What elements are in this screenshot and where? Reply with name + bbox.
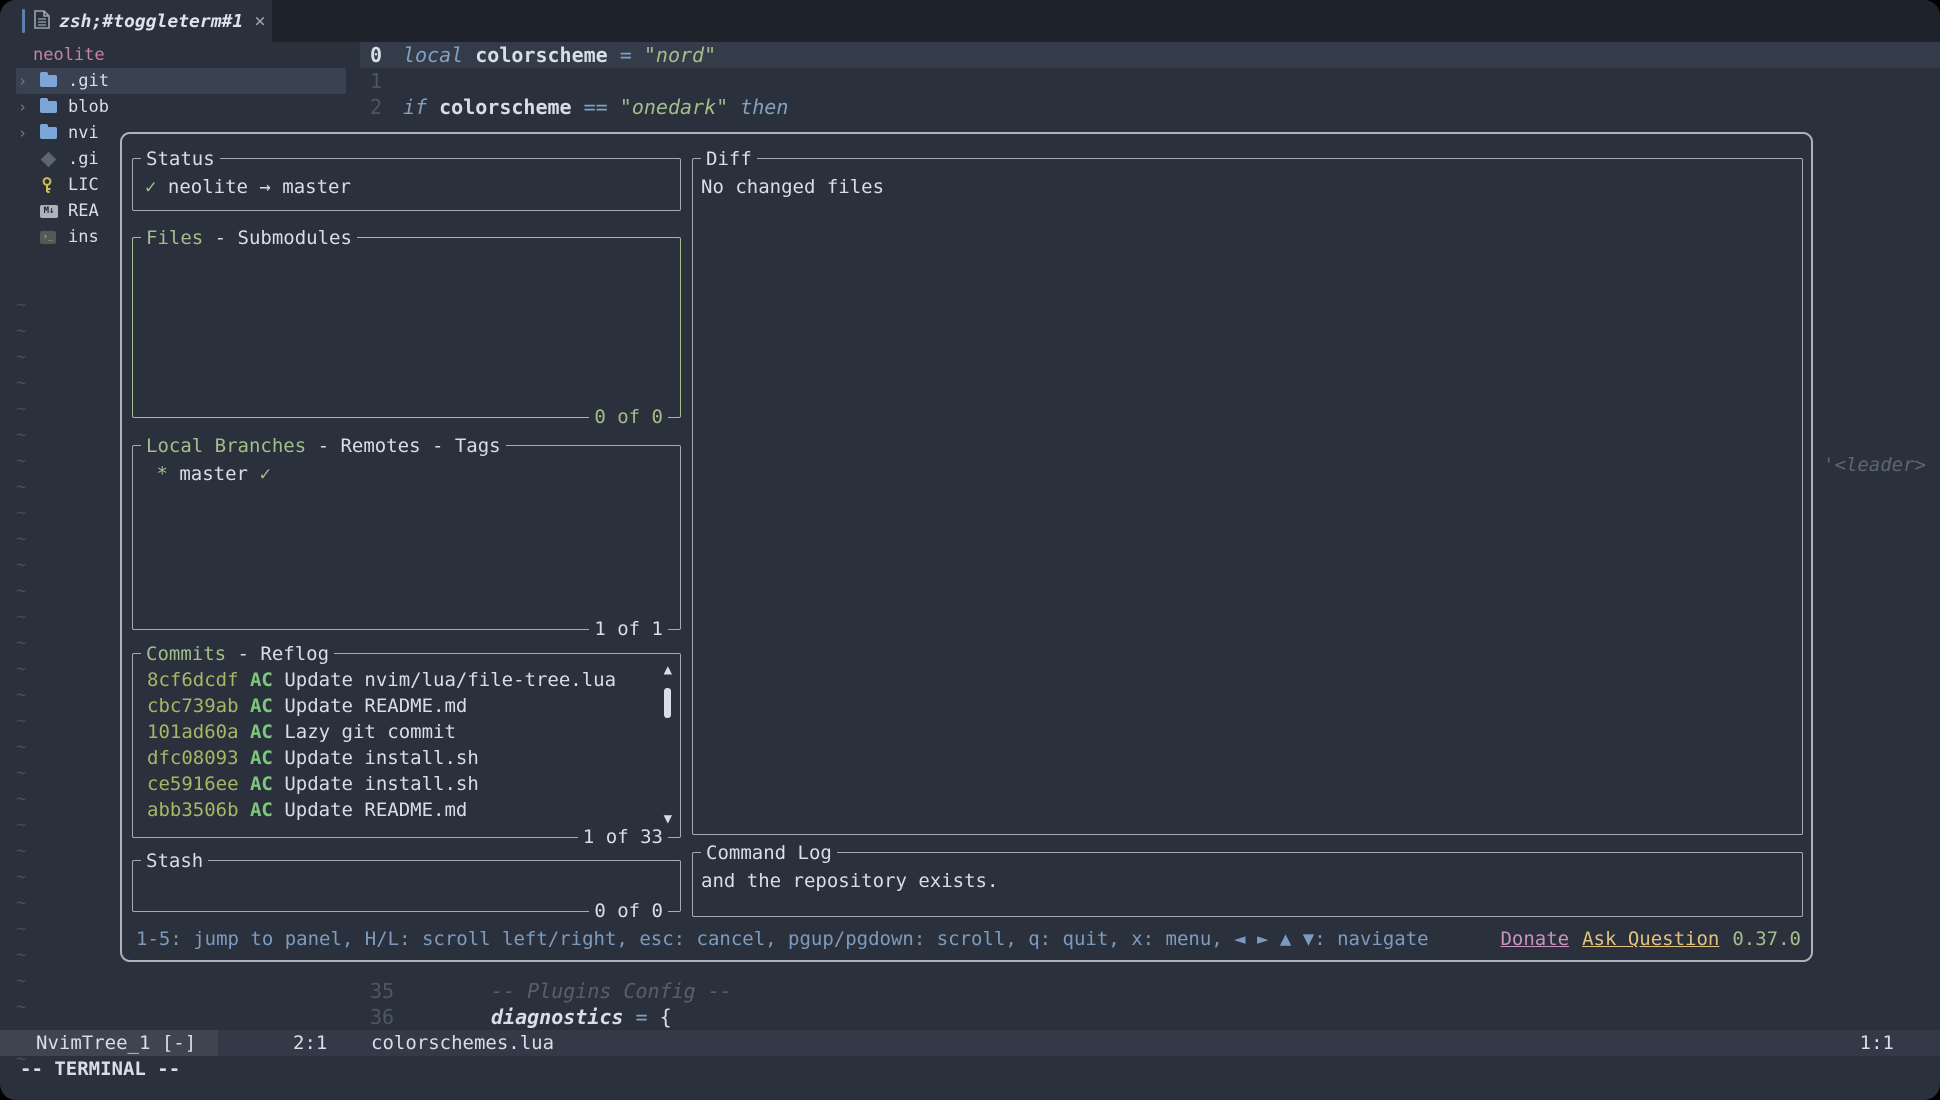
git-icon	[41, 151, 57, 167]
diff-panel-title: Diff	[701, 146, 757, 172]
editor-buffer-top: 0 local colorscheme = "nord" 1 2 if colo…	[360, 42, 1940, 120]
code-line-36: 36 diagnostics = {	[360, 1004, 1940, 1030]
diff-panel[interactable]: Diff No changed files	[692, 158, 1803, 835]
commit-row[interactable]: cbc739ab AC Update README.md	[147, 693, 650, 719]
files-panel[interactable]: Files - Submodules 0 of 0	[132, 237, 681, 418]
folder-icon	[40, 127, 57, 139]
folder-icon	[40, 101, 57, 113]
status-repo-branch: neolite → master	[168, 176, 351, 198]
editor-buffer-bottom: 35 -- Plugins Config -- 36 diagnostics =…	[360, 978, 1940, 1030]
commit-row[interactable]: 8cf6dcdf AC Update nvim/lua/file-tree.lu…	[147, 667, 650, 693]
tree-item-label: LIC	[68, 175, 99, 195]
files-tab-rest: - Submodules	[203, 227, 352, 249]
commits-panel[interactable]: Commits - Reflog 8cf6dcdf AC Update nvim…	[132, 653, 681, 838]
tree-item-blob-folder[interactable]: › blob	[16, 94, 346, 120]
commit-row[interactable]: dfc08093 AC Update install.sh	[147, 745, 650, 771]
tree-item-label: .git	[68, 71, 109, 91]
tabline: zsh;#toggleterm#1 ×	[0, 0, 1940, 42]
code-line-35: 35 -- Plugins Config --	[360, 978, 1940, 1004]
branches-panel[interactable]: Local Branches - Remotes - Tags * master…	[132, 445, 681, 630]
commits-tab-rest: - Reflog	[226, 643, 329, 665]
ask-question-link[interactable]: Ask Question	[1582, 926, 1719, 952]
folder-icon	[40, 75, 57, 87]
code-line-0: 0 local colorscheme = "nord"	[360, 42, 1940, 68]
chevron-right-icon[interactable]: ›	[16, 124, 40, 142]
tree-item-git-folder[interactable]: › .git	[16, 68, 346, 94]
file-icon	[34, 10, 50, 33]
scroll-up-icon[interactable]: ▲	[664, 662, 672, 678]
tab-close-icon[interactable]: ×	[254, 10, 265, 32]
line-number: 1	[360, 68, 394, 94]
status-panel[interactable]: Status ✓ neolite → master	[132, 158, 681, 211]
stash-panel[interactable]: Stash 0 of 0	[132, 860, 681, 912]
command-log-panel[interactable]: Command Log and the repository exists.	[692, 852, 1803, 917]
lazygit-version: 0.37.0	[1732, 926, 1801, 952]
nvim-window: zsh;#toggleterm#1 × neolite › .git › blo…	[0, 0, 1940, 1100]
commits-tab-active: Commits	[146, 643, 226, 665]
tree-item-label: blob	[68, 97, 109, 117]
tree-root[interactable]: neolite	[16, 42, 346, 68]
branches-count: 1 of 1	[589, 616, 668, 642]
tree-item-label: .gi	[68, 149, 99, 169]
command-log-content: and the repository exists.	[693, 853, 1802, 894]
scrollbar-thumb[interactable]	[664, 688, 671, 718]
branches-tab-active: Local Branches	[146, 435, 306, 457]
code-line-1: 1	[360, 68, 1940, 94]
statusline: NvimTree_1 [-] 2:1 colorschemes.lua 1:1	[0, 1030, 1940, 1056]
chevron-right-icon[interactable]: ›	[16, 98, 40, 116]
donate-link[interactable]: Donate	[1500, 926, 1569, 952]
tab-toggleterm[interactable]: zsh;#toggleterm#1 ×	[0, 0, 272, 42]
line-number: 0	[360, 42, 394, 68]
tree-item-label: ins	[68, 227, 99, 247]
terminal-icon: ›_	[40, 231, 56, 244]
files-tab-active: Files	[146, 227, 203, 249]
status-panel-title: Status	[141, 146, 220, 172]
tab-title: zsh;#toggleterm#1	[59, 11, 243, 32]
code-line-2: 2 if colorscheme == "onedark" then	[360, 94, 1940, 120]
statusline-cursor-position: 1:1	[1860, 1030, 1894, 1056]
tab-accent-bar	[22, 9, 25, 33]
line-number: 35	[360, 978, 394, 1004]
commit-row[interactable]: 101ad60a AC Lazy git commit	[147, 719, 650, 745]
key-icon	[40, 177, 54, 193]
statusline-nvimtree-segment: NvimTree_1 [-]	[0, 1030, 218, 1056]
commit-row[interactable]: abb3506b AC Update README.md	[147, 797, 650, 823]
lazygit-float-window: Status ✓ neolite → master Files - Submod…	[120, 132, 1813, 962]
statusline-filename: colorschemes.lua	[371, 1030, 554, 1056]
stash-count: 0 of 0	[589, 898, 668, 924]
statusline-tree-position: 2:1	[293, 1030, 327, 1056]
stash-panel-title: Stash	[141, 848, 208, 874]
tilde-column: ~~~~~~~~~~~~~~~~~~~~~~~~~~~~~~	[16, 292, 36, 1072]
current-branch-star: *	[156, 463, 167, 485]
command-log-title: Command Log	[701, 840, 837, 866]
line-number: 36	[360, 1004, 394, 1030]
diff-content: No changed files	[693, 159, 1802, 200]
markdown-icon: M↓	[40, 205, 58, 218]
branches-tab-rest: - Remotes - Tags	[306, 435, 500, 457]
chevron-right-icon[interactable]: ›	[16, 72, 40, 90]
check-icon: ✓	[145, 176, 156, 198]
line-number: 2	[360, 94, 394, 120]
mode-indicator: -- TERMINAL --	[20, 1056, 180, 1082]
editor-leader-text: '<leader>	[1823, 452, 1926, 478]
keybindings-bar: 1-5: jump to panel, H/L: scroll left/rig…	[136, 926, 1429, 952]
tree-item-label: nvi	[68, 123, 99, 143]
tree-item-label: REA	[68, 201, 99, 221]
commit-row[interactable]: ce5916ee AC Update install.sh	[147, 771, 650, 797]
commits-count: 1 of 33	[578, 824, 668, 850]
files-count: 0 of 0	[589, 404, 668, 430]
check-icon: ✓	[259, 463, 270, 485]
